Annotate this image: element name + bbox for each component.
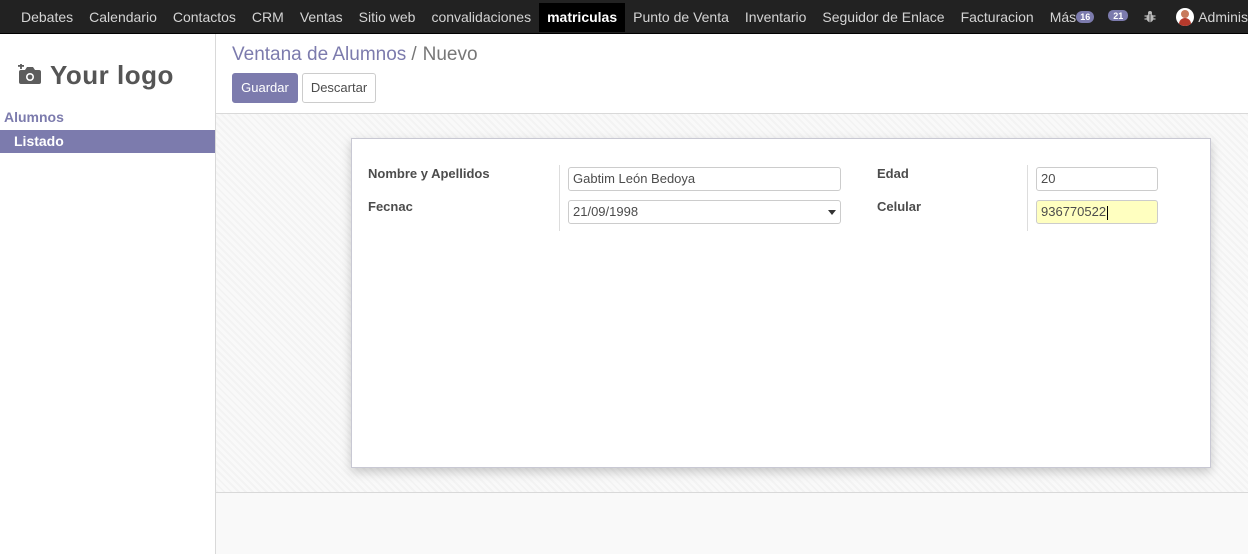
messages-menu[interactable]: 21 [1108,7,1134,27]
menu-facturacion[interactable]: Facturacion [953,3,1042,32]
form-footer-area [216,493,1248,554]
sidebar: Your logo Alumnos Listado [0,34,216,554]
breadcrumb-parent[interactable]: Ventana de Alumnos [232,44,406,65]
birthdate-picker[interactable]: 21/09/1998 [568,200,841,224]
debug-menu[interactable] [1144,7,1166,27]
user-name: Adminis [1198,8,1248,25]
name-field[interactable]: Gabtim León Bedoya [568,167,841,191]
birthdate-field[interactable]: 21/09/1998 [568,200,841,224]
column-divider-right [1027,165,1028,231]
menu-inventario[interactable]: Inventario [737,3,814,32]
menu-calendario[interactable]: Calendario [81,3,165,32]
menu-sitio-web[interactable]: Sitio web [351,3,424,32]
activity-menu[interactable]: 16 [1076,7,1098,27]
phone-value: 936770522 [1041,204,1107,219]
activity-count-badge: 16 [1076,10,1095,23]
control-panel: Ventana de Alumnos / Nuevo Guardar Descart… [216,34,1248,114]
chevron-down-icon [828,210,836,215]
age-field[interactable]: 20 [1036,167,1158,191]
user-menu[interactable]: Adminis [1176,7,1248,26]
menu-matriculas[interactable]: matriculas [539,3,626,32]
avatar [1176,7,1195,26]
app-menu: Debates Calendario Contactos CRM Ventas … [13,0,1094,33]
menu-punto-de-venta[interactable]: Punto de Venta [625,3,737,32]
birthdate-label: Fecnac [368,199,413,214]
systray: 16 21 Adminis [1076,0,1248,33]
menu-crm[interactable]: CRM [244,3,292,32]
bug-icon [1144,11,1156,23]
breadcrumb-separator: / [411,44,417,65]
form-sheet: Nombre y Apellidos Fecnac Gabtim León Be… [351,138,1211,468]
menu-debates[interactable]: Debates [13,3,81,32]
logo-text: Your logo [50,59,174,90]
camera-plus-icon [18,64,41,84]
company-logo[interactable]: Your logo [18,54,196,96]
phone-label: Celular [877,199,922,214]
sidebar-item-listado[interactable]: Listado [0,130,215,153]
sidebar-section-alumnos: Alumnos [4,109,64,125]
menu-more-label: Más [1049,9,1077,25]
breadcrumb: Ventana de Alumnos / Nuevo [232,44,478,66]
menu-convalidaciones[interactable]: convalidaciones [423,3,539,32]
main-navbar: Debates Calendario Contactos CRM Ventas … [0,0,1248,34]
menu-ventas[interactable]: Ventas [292,3,351,32]
discard-button[interactable]: Descartar [302,73,376,103]
name-label: Nombre y Apellidos [368,166,490,181]
save-button[interactable]: Guardar [232,73,298,103]
phone-field[interactable]: 936770522 [1036,200,1158,224]
age-label: Edad [877,166,909,181]
column-divider-left [559,165,560,231]
messages-count-badge: 21 [1113,10,1124,21]
menu-seguidor-de-enlace[interactable]: Seguidor de Enlace [814,3,952,32]
text-cursor [1107,205,1109,220]
menu-contactos[interactable]: Contactos [165,3,244,32]
breadcrumb-current: Nuevo [422,44,478,65]
